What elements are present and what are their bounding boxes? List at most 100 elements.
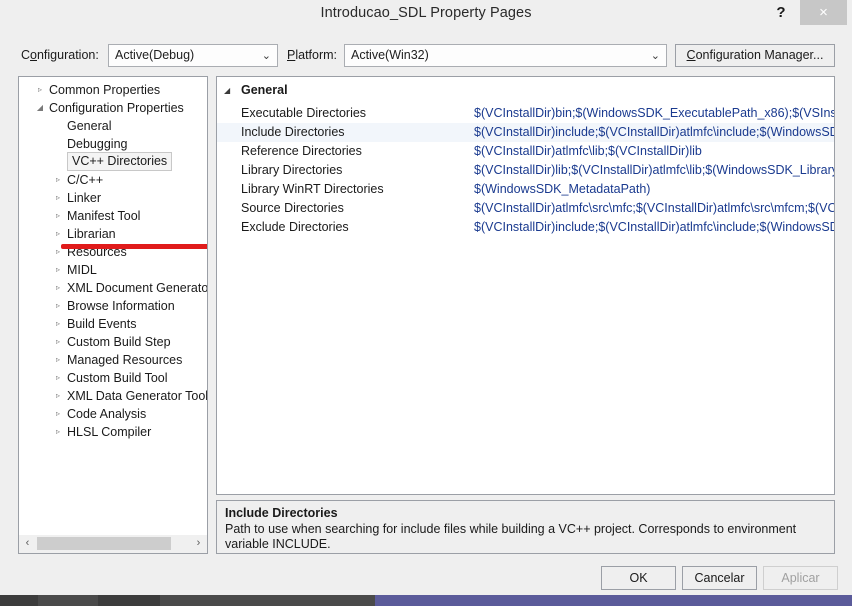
expander-triangle-icon[interactable]: ▹ bbox=[51, 423, 65, 441]
tree-item-label: VC++ Directories bbox=[67, 152, 173, 171]
tree-item-midl[interactable]: ▹ MIDL bbox=[19, 261, 207, 279]
chevron-down-icon: ⌄ bbox=[261, 50, 271, 62]
property-name: Include Directories bbox=[241, 125, 345, 139]
property-row[interactable]: Library WinRT Directories $(WindowsSDK_Me… bbox=[217, 180, 834, 199]
taskbar-segment bbox=[98, 595, 160, 606]
tree-item-label: Custom Build Step bbox=[67, 335, 171, 349]
expander-triangle-icon[interactable]: ▹ bbox=[33, 81, 47, 99]
tree-item-custom-build-step[interactable]: ▹ Custom Build Step bbox=[19, 333, 207, 351]
tree-item-custom-build-tool[interactable]: ▹ Custom Build Tool bbox=[19, 369, 207, 387]
property-value[interactable]: $(WindowsSDK_MetadataPath) bbox=[474, 180, 650, 199]
tree-item-debugging[interactable]: Debugging bbox=[19, 135, 207, 153]
property-row[interactable]: Source Directories $(VCInstallDir)atlmfc\… bbox=[217, 199, 834, 218]
expander-triangle-icon[interactable]: ▹ bbox=[51, 225, 65, 243]
scroll-right-icon[interactable]: › bbox=[190, 535, 207, 552]
title-bar: Introducao_SDL Property Pages ? × bbox=[0, 0, 852, 28]
tree-item-label: Manifest Tool bbox=[67, 209, 141, 223]
tree-item-vc-directories[interactable]: VC++ Directories bbox=[19, 152, 207, 171]
platform-label: Platform: bbox=[287, 48, 338, 62]
description-pane: Include Directories Path to use when sea… bbox=[216, 500, 835, 554]
property-row[interactable]: Reference Directories $(VCInstallDir)atlm… bbox=[217, 142, 834, 161]
help-icon[interactable]: ? bbox=[767, 0, 795, 26]
platform-value: Active(Win32) bbox=[351, 48, 429, 62]
tree-item-c-c[interactable]: ▹ C/C++ bbox=[19, 171, 207, 189]
tree-item-label: General bbox=[67, 119, 112, 133]
cancel-button[interactable]: Cancelar bbox=[682, 566, 757, 590]
expander-triangle-icon[interactable]: ▹ bbox=[51, 189, 65, 207]
property-name: Exclude Directories bbox=[241, 220, 349, 234]
scrollbar-thumb[interactable] bbox=[37, 537, 171, 550]
tree-item-xml-data-generator-tool[interactable]: ▹ XML Data Generator Tool bbox=[19, 387, 207, 405]
collapse-triangle-icon[interactable]: ◢ bbox=[224, 81, 230, 100]
tree-item-label: Build Events bbox=[67, 317, 137, 331]
scroll-left-icon[interactable]: ‹ bbox=[19, 535, 36, 552]
tree-item-label: Browse Information bbox=[67, 299, 175, 313]
tree-item-managed-resources[interactable]: ▹ Managed Resources bbox=[19, 351, 207, 369]
property-value[interactable]: $(VCInstallDir)bin;$(WindowsSDK_Executab… bbox=[474, 104, 834, 123]
property-value[interactable]: $(VCInstallDir)include;$(VCInstallDir)at… bbox=[474, 123, 834, 142]
property-name: Library WinRT Directories bbox=[241, 182, 384, 196]
property-name: Reference Directories bbox=[241, 144, 362, 158]
tree-item-xml-document-generator[interactable]: ▹ XML Document Generator bbox=[19, 279, 207, 297]
expander-triangle-icon[interactable]: ▹ bbox=[51, 351, 65, 369]
expander-triangle-icon[interactable]: ▹ bbox=[51, 387, 65, 405]
tree-item-label: Custom Build Tool bbox=[67, 371, 168, 385]
taskbar bbox=[0, 595, 852, 606]
property-row[interactable]: Include Directories $(VCInstallDir)includ… bbox=[217, 123, 834, 142]
window-title: Introducao_SDL Property Pages bbox=[320, 5, 532, 21]
tree-item-label: Common Properties bbox=[49, 83, 161, 97]
tree-item-label: HLSL Compiler bbox=[67, 425, 152, 439]
platform-dropdown[interactable]: Active(Win32) ⌄ bbox=[344, 44, 667, 67]
property-value[interactable]: $(VCInstallDir)atlmfc\lib;$(VCInstallDir… bbox=[474, 142, 702, 161]
expander-triangle-icon[interactable]: ▹ bbox=[51, 405, 65, 423]
expander-triangle-icon[interactable]: ▹ bbox=[51, 207, 65, 225]
expander-triangle-icon[interactable]: ▹ bbox=[51, 171, 65, 189]
tree-item-label: XML Data Generator Tool bbox=[67, 389, 208, 403]
tree-item-label: Code Analysis bbox=[67, 407, 147, 421]
group-header-general[interactable]: ◢ General bbox=[217, 81, 834, 100]
property-pages-dialog: Introducao_SDL Property Pages ? × Config… bbox=[0, 0, 852, 595]
property-value[interactable]: $(VCInstallDir)include;$(VCInstallDir)at… bbox=[474, 218, 834, 237]
property-value[interactable]: $(VCInstallDir)atlmfc\src\mfc;$(VCInstal… bbox=[474, 199, 834, 218]
property-name: Source Directories bbox=[241, 201, 344, 215]
properties-tree[interactable]: ▹ Common Properties ◢ Configuration Propert… bbox=[18, 76, 208, 554]
group-title: General bbox=[241, 83, 288, 97]
tree-item-code-analysis[interactable]: ▹ Code Analysis bbox=[19, 405, 207, 423]
configuration-manager-button[interactable]: Configuration Manager... bbox=[675, 44, 835, 67]
tree-item-label: C/C++ bbox=[67, 173, 104, 187]
tree-item-build-events[interactable]: ▹ Build Events bbox=[19, 315, 207, 333]
tree-item-common-properties[interactable]: ▹ Common Properties bbox=[19, 81, 207, 99]
tree-item-configuration-properties[interactable]: ◢ Configuration Properties bbox=[19, 99, 207, 117]
tree-horizontal-scrollbar[interactable]: ‹ › bbox=[18, 535, 208, 554]
property-grid[interactable]: ◢ General Executable Directories $(VCInst… bbox=[216, 76, 835, 495]
tree-item-librarian[interactable]: ▹ Librarian bbox=[19, 225, 207, 243]
tree-item-label: Linker bbox=[67, 191, 102, 205]
taskbar-segment bbox=[160, 595, 375, 606]
tree-item-linker[interactable]: ▹ Linker bbox=[19, 189, 207, 207]
tree-item-label: Debugging bbox=[67, 137, 128, 151]
expander-triangle-icon[interactable]: ▹ bbox=[51, 297, 65, 315]
property-value[interactable]: $(VCInstallDir)lib;$(VCInstallDir)atlmfc… bbox=[474, 161, 834, 180]
property-row[interactable]: Executable Directories $(VCInstallDir)bin… bbox=[217, 104, 834, 123]
close-icon[interactable]: × bbox=[800, 0, 847, 25]
property-row[interactable]: Exclude Directories $(VCInstallDir)includ… bbox=[217, 218, 834, 237]
property-row[interactable]: Library Directories $(VCInstallDir)lib;$(… bbox=[217, 161, 834, 180]
description-title: Include Directories bbox=[225, 506, 338, 520]
tree-item-label: Managed Resources bbox=[67, 353, 183, 367]
apply-button: Aplicar bbox=[763, 566, 838, 590]
tree-item-general[interactable]: General bbox=[19, 117, 207, 135]
expander-triangle-icon[interactable]: ▹ bbox=[51, 279, 65, 297]
taskbar-segment bbox=[375, 595, 852, 606]
expander-triangle-icon[interactable]: ▹ bbox=[51, 369, 65, 387]
tree-item-hlsl-compiler[interactable]: ▹ HLSL Compiler bbox=[19, 423, 207, 441]
configuration-dropdown[interactable]: Active(Debug) ⌄ bbox=[108, 44, 278, 67]
expander-triangle-icon[interactable]: ▹ bbox=[51, 333, 65, 351]
expander-triangle-icon[interactable]: ▹ bbox=[51, 261, 65, 279]
ok-button[interactable]: OK bbox=[601, 566, 676, 590]
expander-triangle-icon[interactable]: ◢ bbox=[33, 99, 47, 117]
tree-item-browse-information[interactable]: ▹ Browse Information bbox=[19, 297, 207, 315]
expander-triangle-icon[interactable]: ▹ bbox=[51, 315, 65, 333]
tree-item-label: Librarian bbox=[67, 227, 116, 241]
tree-item-label: XML Document Generator bbox=[67, 281, 208, 295]
tree-item-manifest-tool[interactable]: ▹ Manifest Tool bbox=[19, 207, 207, 225]
